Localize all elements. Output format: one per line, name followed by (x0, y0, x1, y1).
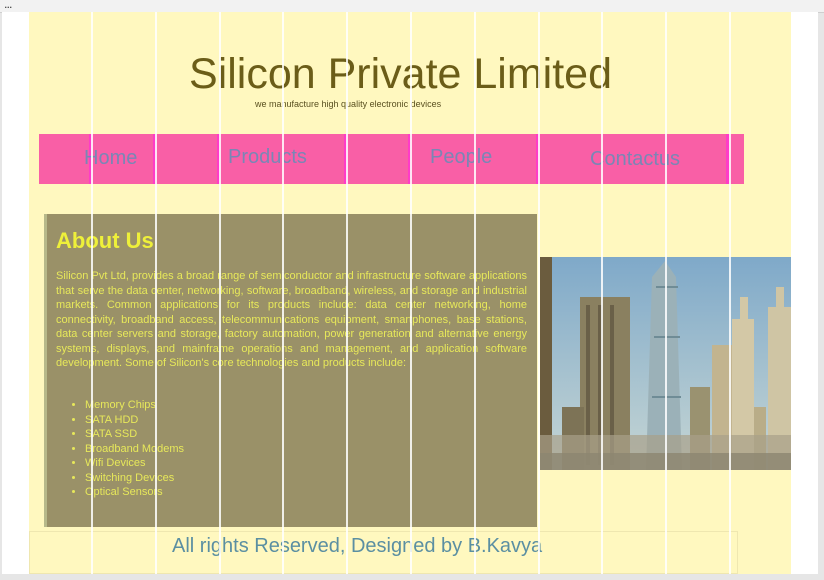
about-paragraph: Silicon Pvt Ltd, provides a broad range … (56, 270, 527, 369)
nav-divider (153, 134, 156, 184)
page-container: Silicon Private Limited we manufacture h… (29, 12, 791, 574)
footer-text: All rights Reserved, Designed by B.Kavya (172, 535, 543, 557)
nav-divider (344, 134, 347, 184)
menu-dots-icon[interactable]: ... (4, 0, 12, 11)
about-section: About Us Silicon Pvt Ltd, provides a bro… (44, 214, 537, 527)
list-item: Broadband Modems (85, 442, 184, 457)
list-item: SATA HDD (85, 413, 184, 428)
city-skyline-image (540, 257, 791, 470)
nav-divider (408, 134, 411, 184)
list-item: Optical Sensors (85, 485, 184, 500)
nav-divider (217, 134, 220, 184)
footer: All rights Reserved, Designed by B.Kavya (29, 531, 738, 574)
nav-link-home[interactable]: Home (84, 147, 137, 170)
nav-divider (726, 134, 729, 184)
site-tagline: we manufacture high quality electronic d… (255, 99, 442, 109)
nav-link-people[interactable]: People (430, 146, 492, 169)
list-item: Memory Chips (85, 398, 184, 413)
site-title: Silicon Private Limited (189, 50, 613, 98)
list-item: SATA SSD (85, 427, 184, 442)
nav-link-products[interactable]: Products (228, 146, 307, 169)
nav-bar: Home Products People Contactus (39, 134, 744, 184)
about-heading: About Us (56, 228, 154, 253)
browser-viewport: Silicon Private Limited we manufacture h… (2, 12, 818, 574)
list-item: Switching Devices (85, 471, 184, 486)
nav-link-contactus[interactable]: Contactus (590, 148, 680, 171)
product-list: Memory Chips SATA HDD SATA SSD Broadband… (73, 398, 184, 500)
nav-divider (536, 134, 539, 184)
list-item: Wifi Devices (85, 456, 184, 471)
